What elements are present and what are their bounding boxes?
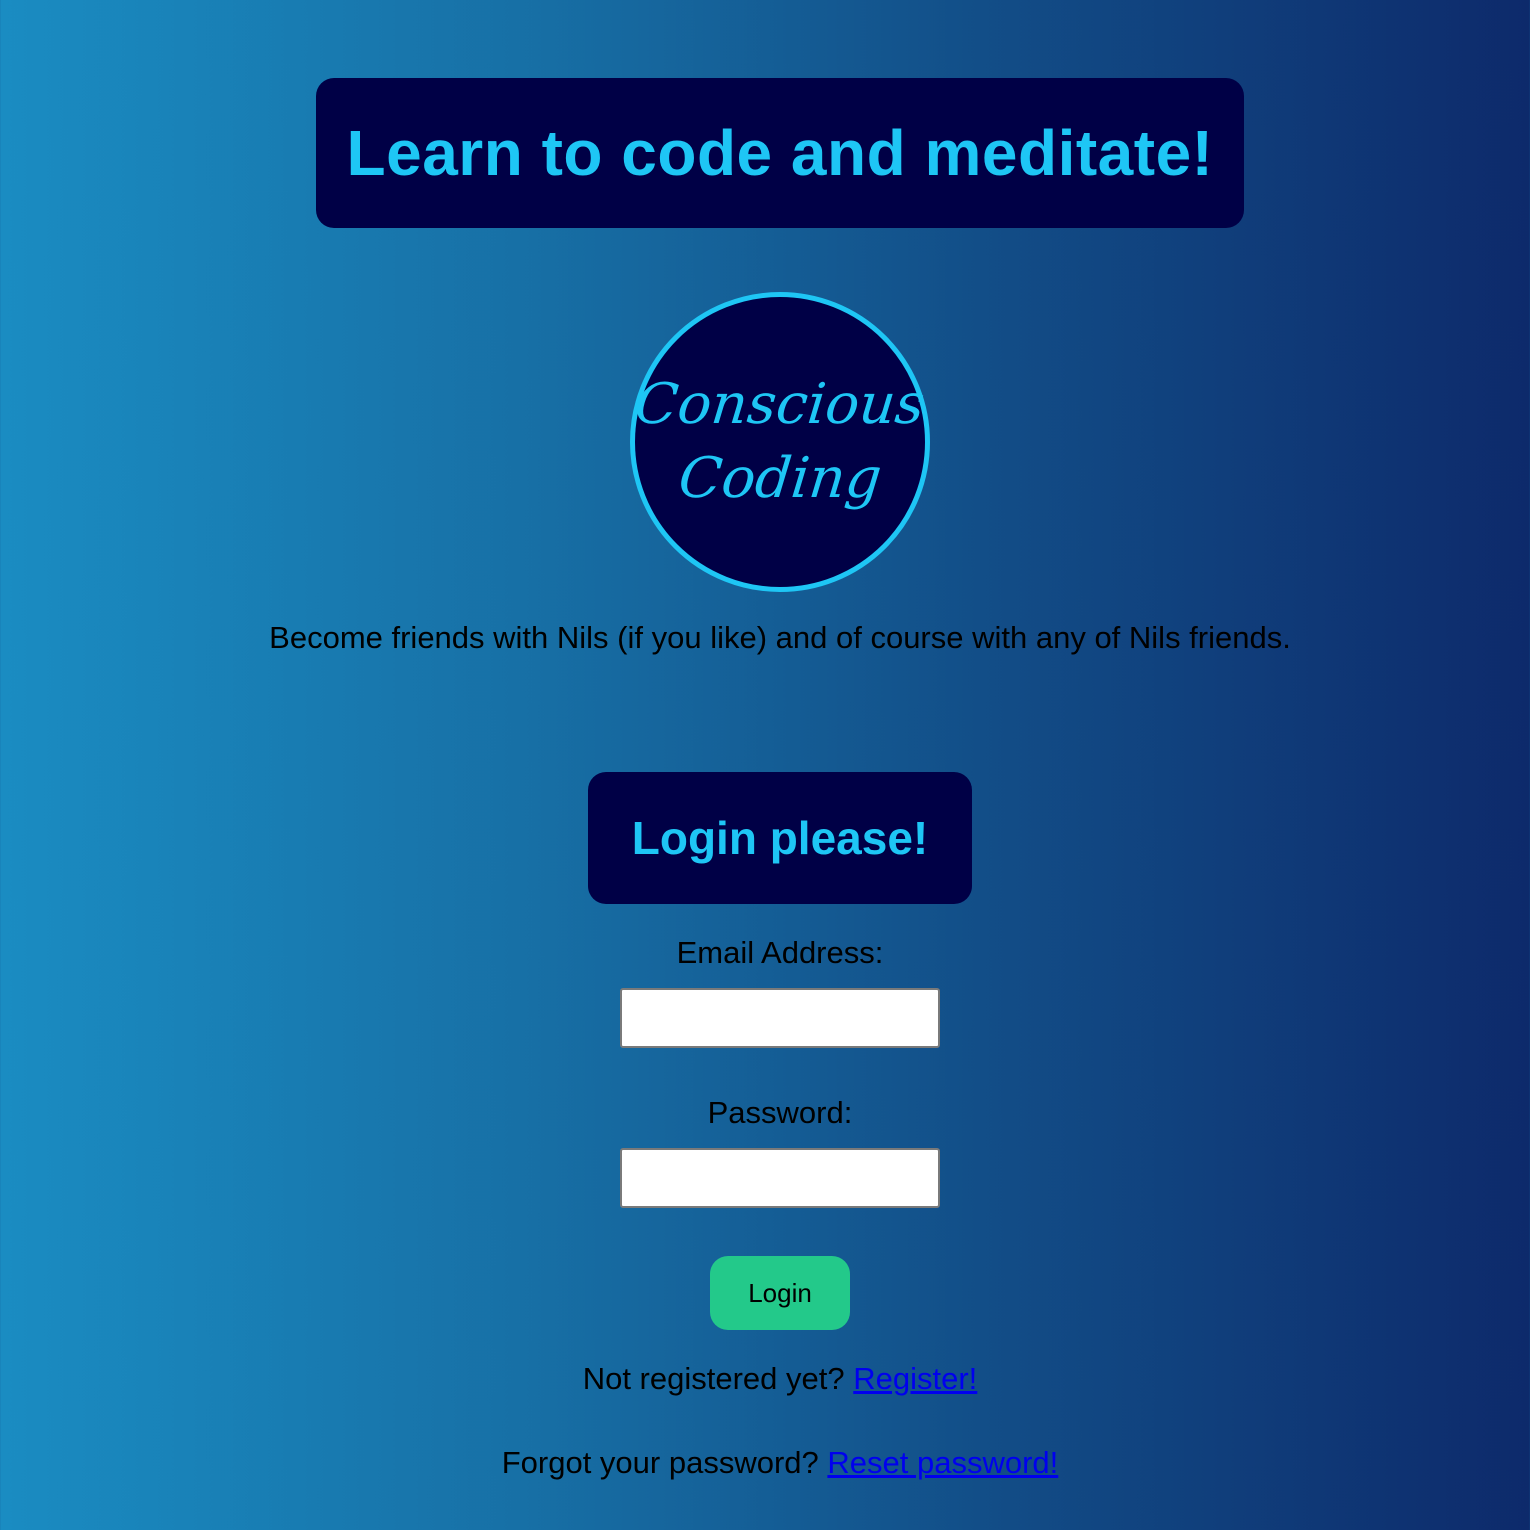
reset-prompt: Forgot your password? [501, 1445, 819, 1480]
register-link[interactable]: Register! [853, 1361, 977, 1396]
hero-banner: Learn to code and meditate! [316, 78, 1244, 228]
register-line: Not registered yet? Register! [0, 1361, 1530, 1397]
logo-line-1: Conscious [632, 372, 929, 437]
login-heading: Login please! [631, 812, 929, 864]
email-field[interactable] [620, 988, 940, 1048]
reset-password-link[interactable]: Reset password! [827, 1445, 1058, 1480]
login-heading-banner: Login please! [588, 772, 972, 904]
password-field[interactable] [620, 1148, 940, 1208]
email-label: Email Address: [676, 935, 884, 970]
login-button[interactable]: Login [710, 1256, 850, 1330]
reset-line: Forgot your password? Reset password! [0, 1445, 1530, 1481]
logo-line-2: Coding [675, 446, 885, 511]
register-prompt: Not registered yet? [582, 1361, 845, 1396]
conscious-coding-logo: Conscious Coding [630, 292, 930, 592]
tagline: Become friends with Nils (if you like) a… [269, 620, 1291, 655]
hero-title: Learn to code and meditate! [346, 117, 1214, 189]
password-label: Password: [707, 1095, 853, 1130]
